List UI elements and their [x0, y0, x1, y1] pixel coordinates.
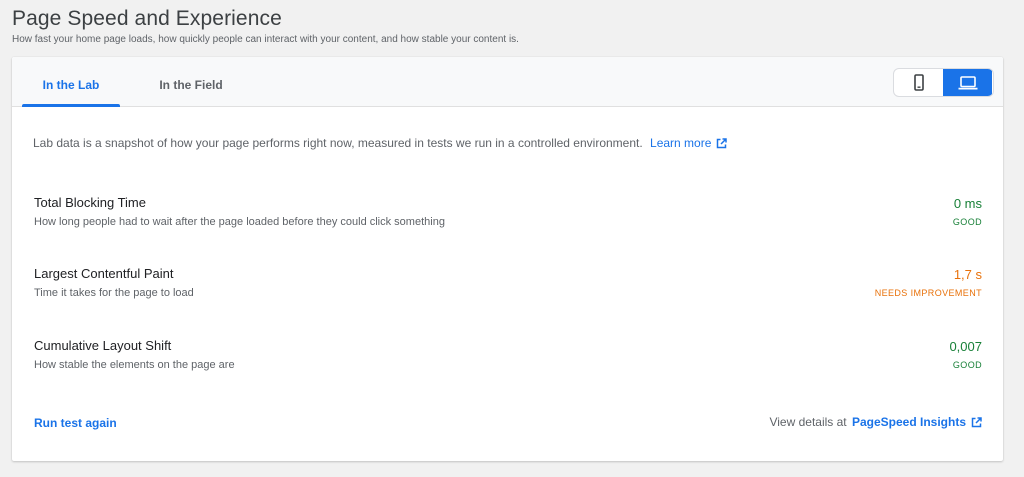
metric-cumulative-layout-shift: Cumulative Layout Shift How stable the e…	[34, 338, 982, 378]
card-header: In the Lab In the Field	[12, 57, 1003, 107]
status-badge: GOOD	[952, 360, 982, 370]
metric-value: 0,007	[949, 339, 982, 354]
tab-in-the-lab[interactable]: In the Lab	[22, 57, 120, 107]
mobile-toggle-button[interactable]	[894, 69, 943, 96]
metric-description: How stable the elements on the page are	[34, 359, 235, 371]
desktop-icon	[958, 75, 977, 90]
metric-name: Cumulative Layout Shift	[34, 338, 172, 353]
lab-intro: Lab data is a snapshot of how your page …	[33, 136, 728, 150]
metric-description: Time it takes for the page to load	[34, 287, 194, 299]
pagespeed-insights-details: View details at PageSpeed Insights	[769, 415, 982, 429]
run-test-again-button[interactable]: Run test again	[34, 416, 117, 430]
tab-in-the-field[interactable]: In the Field	[141, 57, 241, 106]
learn-more-label: Learn more	[650, 136, 712, 150]
status-badge: NEEDS IMPROVEMENT	[874, 288, 982, 298]
metric-largest-contentful-paint: Largest Contentful Paint Time it takes f…	[34, 266, 982, 306]
details-prefix: View details at	[769, 415, 847, 429]
pagespeed-insights-label: PageSpeed Insights	[851, 415, 966, 429]
metric-name: Total Blocking Time	[34, 195, 146, 210]
metric-value: 1,7 s	[953, 267, 982, 282]
external-link-icon	[971, 417, 982, 428]
device-toggle	[893, 68, 994, 97]
status-badge: GOOD	[952, 217, 982, 227]
lab-intro-text: Lab data is a snapshot of how your page …	[33, 136, 643, 150]
metric-value: 0 ms	[953, 196, 982, 211]
pagespeed-insights-link[interactable]: PageSpeed Insights	[852, 415, 982, 429]
page-title: Page Speed and Experience	[12, 7, 282, 30]
external-link-icon	[717, 138, 728, 149]
metric-description: How long people had to wait after the pa…	[34, 216, 445, 228]
desktop-toggle-button[interactable]	[943, 69, 992, 96]
page-subtitle: How fast your home page loads, how quick…	[12, 34, 519, 45]
metric-total-blocking-time: Total Blocking Time How long people had …	[34, 195, 982, 235]
learn-more-link[interactable]: Learn more	[650, 136, 728, 150]
metric-name: Largest Contentful Paint	[34, 266, 174, 281]
page-speed-card: In the Lab In the Field Lab data is a sn…	[12, 57, 1003, 461]
mobile-icon	[913, 74, 924, 91]
